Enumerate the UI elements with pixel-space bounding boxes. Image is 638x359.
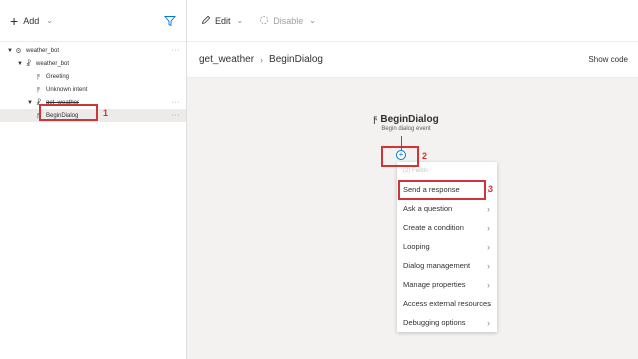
trigger-title-text: BeginDialog	[380, 114, 439, 125]
disable-button[interactable]: Disable ⌄	[259, 15, 316, 27]
breadcrumb: get_weather › BeginDialog Show code	[187, 42, 638, 78]
chevron-right-icon: ›	[487, 241, 490, 252]
more-options-icon[interactable]: ···	[172, 99, 181, 106]
chevron-right-icon: ›	[487, 222, 490, 233]
tree-item-dialog-root[interactable]: ▼ ☧ weather_bot	[0, 57, 186, 70]
bot-icon: ⚙	[15, 47, 22, 55]
filter-icon[interactable]	[164, 15, 176, 27]
menu-item-label: Access external resources	[403, 299, 491, 308]
menu-item-label: Debugging options	[403, 318, 466, 327]
menu-item-label: Dialog management	[403, 261, 471, 270]
highlight-box-step-3	[398, 180, 486, 200]
tree-item-label: Unknown intent	[46, 86, 88, 93]
menu-item-debugging-options[interactable]: Debugging options ›	[397, 313, 497, 332]
expand-caret-icon[interactable]: ▼	[6, 48, 14, 54]
menu-item-ask-question[interactable]: Ask a question ›	[397, 199, 497, 218]
menu-item-label: Ask a question	[403, 204, 453, 213]
menu-item-looping[interactable]: Looping ›	[397, 237, 497, 256]
dialog-icon: ☧	[25, 60, 32, 68]
step-number-1: 1	[103, 108, 109, 118]
menu-item-external-resources[interactable]: Access external resources ›	[397, 294, 497, 313]
expand-caret-icon[interactable]: ▼	[26, 100, 34, 106]
menu-item-label: Create a condition	[403, 223, 464, 232]
step-number-2: 2	[422, 151, 428, 161]
tree-item-label: weather_bot	[36, 60, 70, 67]
plus-icon: +	[10, 12, 19, 29]
chevron-down-icon: ⌄	[236, 16, 244, 25]
chevron-right-icon: ›	[487, 279, 490, 290]
add-label: Add	[23, 15, 40, 26]
chevron-right-icon: ›	[487, 260, 490, 271]
trigger-subtitle: Begin dialog event	[381, 126, 431, 132]
tree-item-greeting[interactable]: ϝ Greeting	[0, 70, 186, 83]
menu-item-create-condition[interactable]: Create a condition ›	[397, 218, 497, 237]
chevron-right-icon: ›	[487, 317, 490, 328]
menu-item-dialog-management[interactable]: Dialog management ›	[397, 256, 497, 275]
trigger-icon: ϝ	[37, 86, 40, 93]
tree-item-label: Greeting	[46, 73, 70, 80]
more-options-icon[interactable]: ···	[172, 112, 181, 119]
more-options-icon[interactable]: ···	[172, 47, 181, 54]
expand-caret-icon[interactable]: ▼	[16, 61, 24, 67]
tree-item-label: weather_bot	[26, 47, 60, 54]
edit-label: Edit	[215, 15, 231, 26]
disable-label: Disable	[273, 15, 304, 26]
highlight-box-step-2	[381, 146, 419, 167]
trigger-icon: ϝ	[37, 73, 40, 80]
tree-item-unknown-intent[interactable]: ϝ Unknown intent	[0, 83, 186, 96]
breadcrumb-dialog[interactable]: get_weather	[199, 54, 254, 65]
pencil-icon	[201, 15, 211, 27]
chevron-down-icon: ⌄	[46, 16, 53, 25]
edit-button[interactable]: Edit ⌄	[201, 15, 243, 27]
menu-item-label: Looping	[403, 242, 430, 251]
project-tree-panel: + Add ⌄ ▼ ⚙ weather_bot ··· ▼ ☧ weather_…	[0, 0, 187, 359]
chevron-down-icon: ⌄	[309, 16, 316, 25]
chevron-right-icon: ›	[260, 54, 264, 65]
show-code-button[interactable]: Show code	[588, 55, 628, 64]
step-number-3: 3	[488, 184, 494, 194]
trigger-icon: ϝ	[373, 114, 378, 125]
highlight-box-step-1	[39, 104, 98, 121]
add-button[interactable]: + Add ⌄	[10, 14, 53, 28]
sidebar-toolbar: + Add ⌄	[0, 0, 186, 42]
breadcrumb-trigger[interactable]: BeginDialog	[269, 54, 323, 65]
canvas-toolbar: Edit ⌄ Disable ⌄	[187, 0, 638, 42]
trigger-node[interactable]: ϝ BeginDialog Begin dialog event	[372, 114, 440, 132]
tree-item-bot[interactable]: ▼ ⚙ weather_bot ···	[0, 44, 186, 57]
menu-item-manage-properties[interactable]: Manage properties ›	[397, 275, 497, 294]
trigger-node-title: ϝ BeginDialog	[372, 114, 440, 125]
disable-icon	[259, 15, 269, 27]
chevron-right-icon: ›	[487, 203, 490, 214]
menu-item-label: Manage properties	[403, 280, 466, 289]
chevron-right-icon: ›	[487, 298, 490, 309]
